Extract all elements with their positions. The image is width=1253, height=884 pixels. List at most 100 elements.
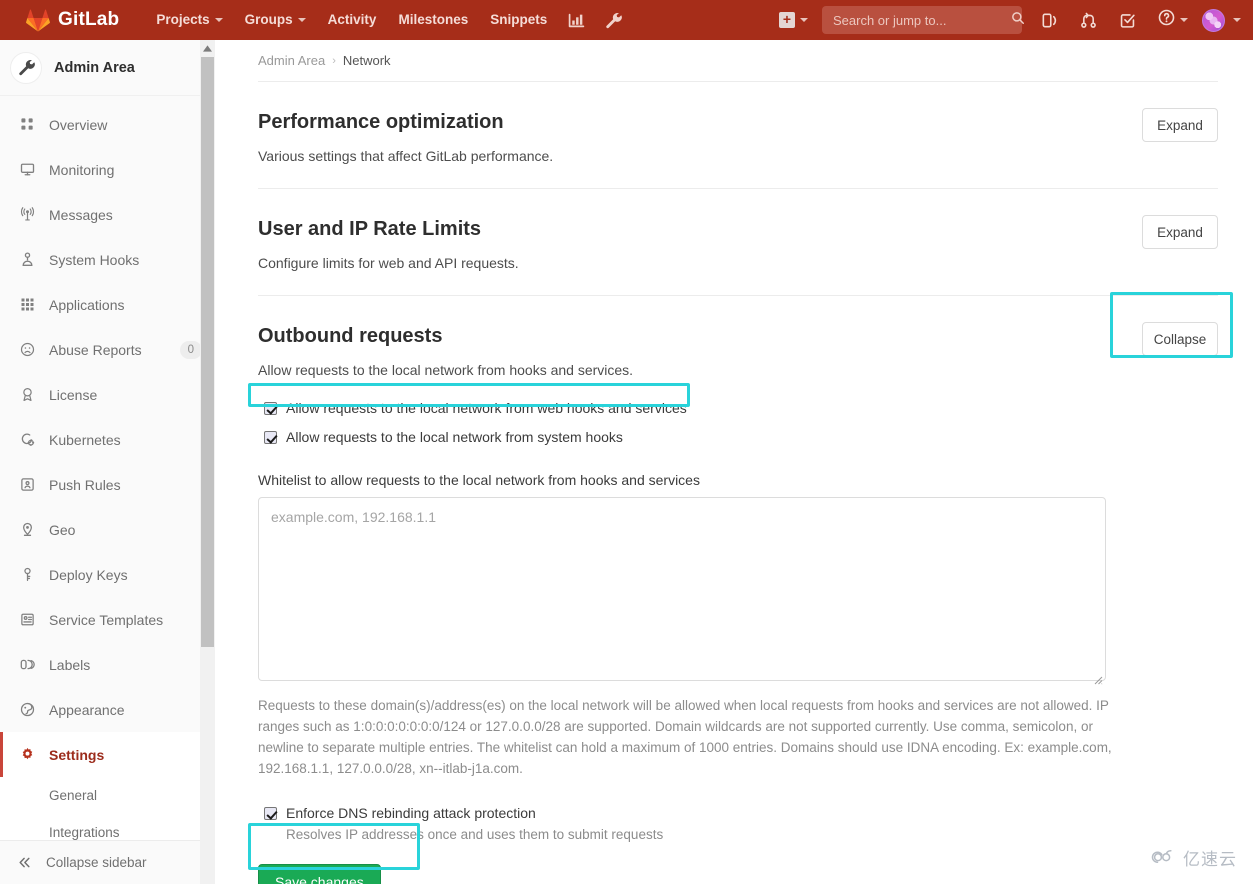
sidebar-scrollbar[interactable] bbox=[200, 40, 215, 884]
chevron-down-icon bbox=[214, 18, 223, 22]
section-user-ip-rate-limits: User and IP Rate Limits Configure limits… bbox=[258, 188, 1218, 295]
breadcrumb: Admin Area › Network bbox=[215, 40, 1253, 81]
nav-activity[interactable]: Activity bbox=[317, 0, 388, 40]
sidebar-item-kubernetes[interactable]: Kubernetes bbox=[0, 417, 214, 462]
sidebar-item-label: Abuse Reports bbox=[49, 341, 142, 358]
sidebar-item-settings[interactable]: Settings bbox=[0, 732, 214, 777]
chevron-down-icon bbox=[297, 18, 306, 22]
breadcrumb-root[interactable]: Admin Area bbox=[258, 53, 325, 68]
nav-snippets[interactable]: Snippets bbox=[479, 0, 558, 40]
whitelist-field-label: Whitelist to allow requests to the local… bbox=[258, 472, 700, 488]
expand-rate-limits-button[interactable]: Expand bbox=[1142, 215, 1218, 249]
enforce-dns-rebinding-label[interactable]: Enforce DNS rebinding attack protection bbox=[286, 804, 536, 823]
kubernetes-icon bbox=[17, 432, 37, 447]
allow-local-network-webhooks-checkbox[interactable] bbox=[264, 402, 277, 415]
sidebar-item-service-templates[interactable]: Service Templates bbox=[0, 597, 214, 642]
todos-icon[interactable] bbox=[1108, 12, 1147, 29]
nav-projects[interactable]: Projects bbox=[145, 0, 233, 40]
enforce-dns-rebinding-checkbox[interactable] bbox=[264, 807, 277, 820]
sidebar-item-monitoring[interactable]: Monitoring bbox=[0, 147, 214, 192]
whitelist-help-text: Requests to these domain(s)/address(es) … bbox=[258, 698, 1112, 776]
section-title: Performance optimization bbox=[258, 111, 504, 133]
abuse-reports-count-badge: 0 bbox=[179, 340, 202, 359]
sidebar-item-license[interactable]: License bbox=[0, 372, 214, 417]
row-enforce-dns: Enforce DNS rebinding attack protection bbox=[258, 801, 1218, 826]
allow-local-network-systemhooks-label[interactable]: Allow requests to the local network from… bbox=[286, 428, 623, 447]
sidebar-item-geo[interactable]: Geo bbox=[0, 507, 214, 552]
sidebar-item-deploy-keys[interactable]: Deploy Keys bbox=[0, 552, 214, 597]
sidebar-item-labels[interactable]: Labels bbox=[0, 642, 214, 687]
sidebar-item-overview[interactable]: Overview bbox=[0, 102, 214, 147]
sidebar-item-label: License bbox=[49, 386, 98, 403]
avatar bbox=[1202, 8, 1225, 32]
merge-requests-icon[interactable] bbox=[1069, 12, 1108, 29]
appearance-palette-icon bbox=[17, 702, 37, 717]
sidebar-item-label: Settings bbox=[49, 746, 105, 763]
section-title: User and IP Rate Limits bbox=[258, 218, 482, 240]
chevron-double-left-icon bbox=[14, 855, 34, 870]
sidebar-item-system-hooks[interactable]: System Hooks bbox=[0, 237, 214, 282]
search-box[interactable] bbox=[822, 6, 1025, 34]
scrollbar-thumb[interactable] bbox=[201, 57, 214, 647]
wrench-icon bbox=[10, 51, 42, 84]
enforce-dns-rebinding-description: Resolves IP addresses once and uses them… bbox=[286, 827, 664, 842]
gitlab-logo-link[interactable]: GitLab bbox=[26, 8, 119, 32]
gitlab-logo-icon bbox=[26, 8, 50, 32]
whitelist-textarea[interactable] bbox=[258, 497, 1106, 681]
section-description: Allow requests to the local network from… bbox=[258, 362, 634, 378]
collapse-sidebar-label: Collapse sidebar bbox=[46, 855, 147, 870]
allow-local-network-systemhooks-checkbox[interactable] bbox=[264, 431, 277, 444]
chevron-down-icon bbox=[800, 18, 808, 22]
breadcrumb-separator-icon: › bbox=[332, 54, 336, 67]
scrollbar-up-arrow-icon[interactable] bbox=[200, 40, 215, 56]
save-changes-button[interactable]: Save changes bbox=[258, 864, 381, 884]
sidebar-item-label: Overview bbox=[49, 116, 108, 133]
admin-wrench-icon[interactable] bbox=[595, 0, 632, 40]
search-icon bbox=[1011, 11, 1025, 30]
issues-icon[interactable] bbox=[1030, 12, 1069, 29]
sidebar-item-label: Appearance bbox=[49, 701, 125, 718]
top-navbar: GitLab Projects Groups Activity Mileston… bbox=[0, 0, 1253, 40]
push-rules-icon bbox=[17, 477, 37, 492]
sidebar-item-label: System Hooks bbox=[49, 251, 140, 268]
applications-icon bbox=[17, 297, 37, 312]
section-description: Configure limits for web and API request… bbox=[258, 255, 519, 271]
sidebar-item-label: Deploy Keys bbox=[49, 566, 128, 583]
hook-icon bbox=[17, 252, 37, 267]
user-menu[interactable] bbox=[1192, 8, 1241, 32]
sidebar-subitem-general[interactable]: General bbox=[0, 777, 214, 814]
sidebar-item-label: Monitoring bbox=[49, 161, 115, 178]
broadcast-icon bbox=[17, 207, 37, 222]
template-icon bbox=[17, 612, 37, 627]
whitelist-textarea-wrapper bbox=[258, 497, 1106, 686]
admin-sidebar: Admin Area Overview Monitoring Messages … bbox=[0, 40, 215, 884]
gear-icon bbox=[17, 747, 37, 762]
settings-sections: Performance optimization Various setting… bbox=[215, 81, 1253, 884]
sidebar-item-appearance[interactable]: Appearance bbox=[0, 687, 214, 732]
section-outbound-requests: Outbound requests Allow requests to the … bbox=[258, 295, 1218, 884]
sidebar-item-label: Push Rules bbox=[49, 476, 121, 493]
sidebar-item-abuse-reports[interactable]: Abuse Reports 0 bbox=[0, 327, 214, 372]
search-input[interactable] bbox=[831, 11, 1011, 29]
nav-groups[interactable]: Groups bbox=[234, 0, 317, 40]
nav-groups-label: Groups bbox=[244, 12, 293, 27]
monitor-icon bbox=[17, 162, 37, 177]
section-title: Outbound requests bbox=[258, 325, 443, 347]
analytics-chart-icon[interactable] bbox=[558, 0, 595, 40]
sidebar-header[interactable]: Admin Area bbox=[0, 40, 214, 96]
breadcrumb-current: Network bbox=[342, 53, 391, 68]
collapse-sidebar-button[interactable]: Collapse sidebar bbox=[0, 840, 214, 884]
allow-local-network-webhooks-label[interactable]: Allow requests to the local network from… bbox=[286, 399, 687, 418]
sidebar-item-push-rules[interactable]: Push Rules bbox=[0, 462, 214, 507]
navbar-right: + bbox=[771, 0, 1253, 40]
key-icon bbox=[17, 567, 37, 582]
section-description: Various settings that affect GitLab perf… bbox=[258, 148, 554, 164]
sidebar-item-applications[interactable]: Applications bbox=[0, 282, 214, 327]
sidebar-item-messages[interactable]: Messages bbox=[0, 192, 214, 237]
expand-performance-button[interactable]: Expand bbox=[1142, 108, 1218, 142]
help-menu[interactable] bbox=[1147, 9, 1192, 31]
nav-milestones[interactable]: Milestones bbox=[387, 0, 479, 40]
new-item-button[interactable]: + bbox=[771, 12, 814, 28]
collapse-outbound-button[interactable]: Collapse bbox=[1142, 322, 1218, 356]
plus-icon: + bbox=[779, 12, 795, 28]
